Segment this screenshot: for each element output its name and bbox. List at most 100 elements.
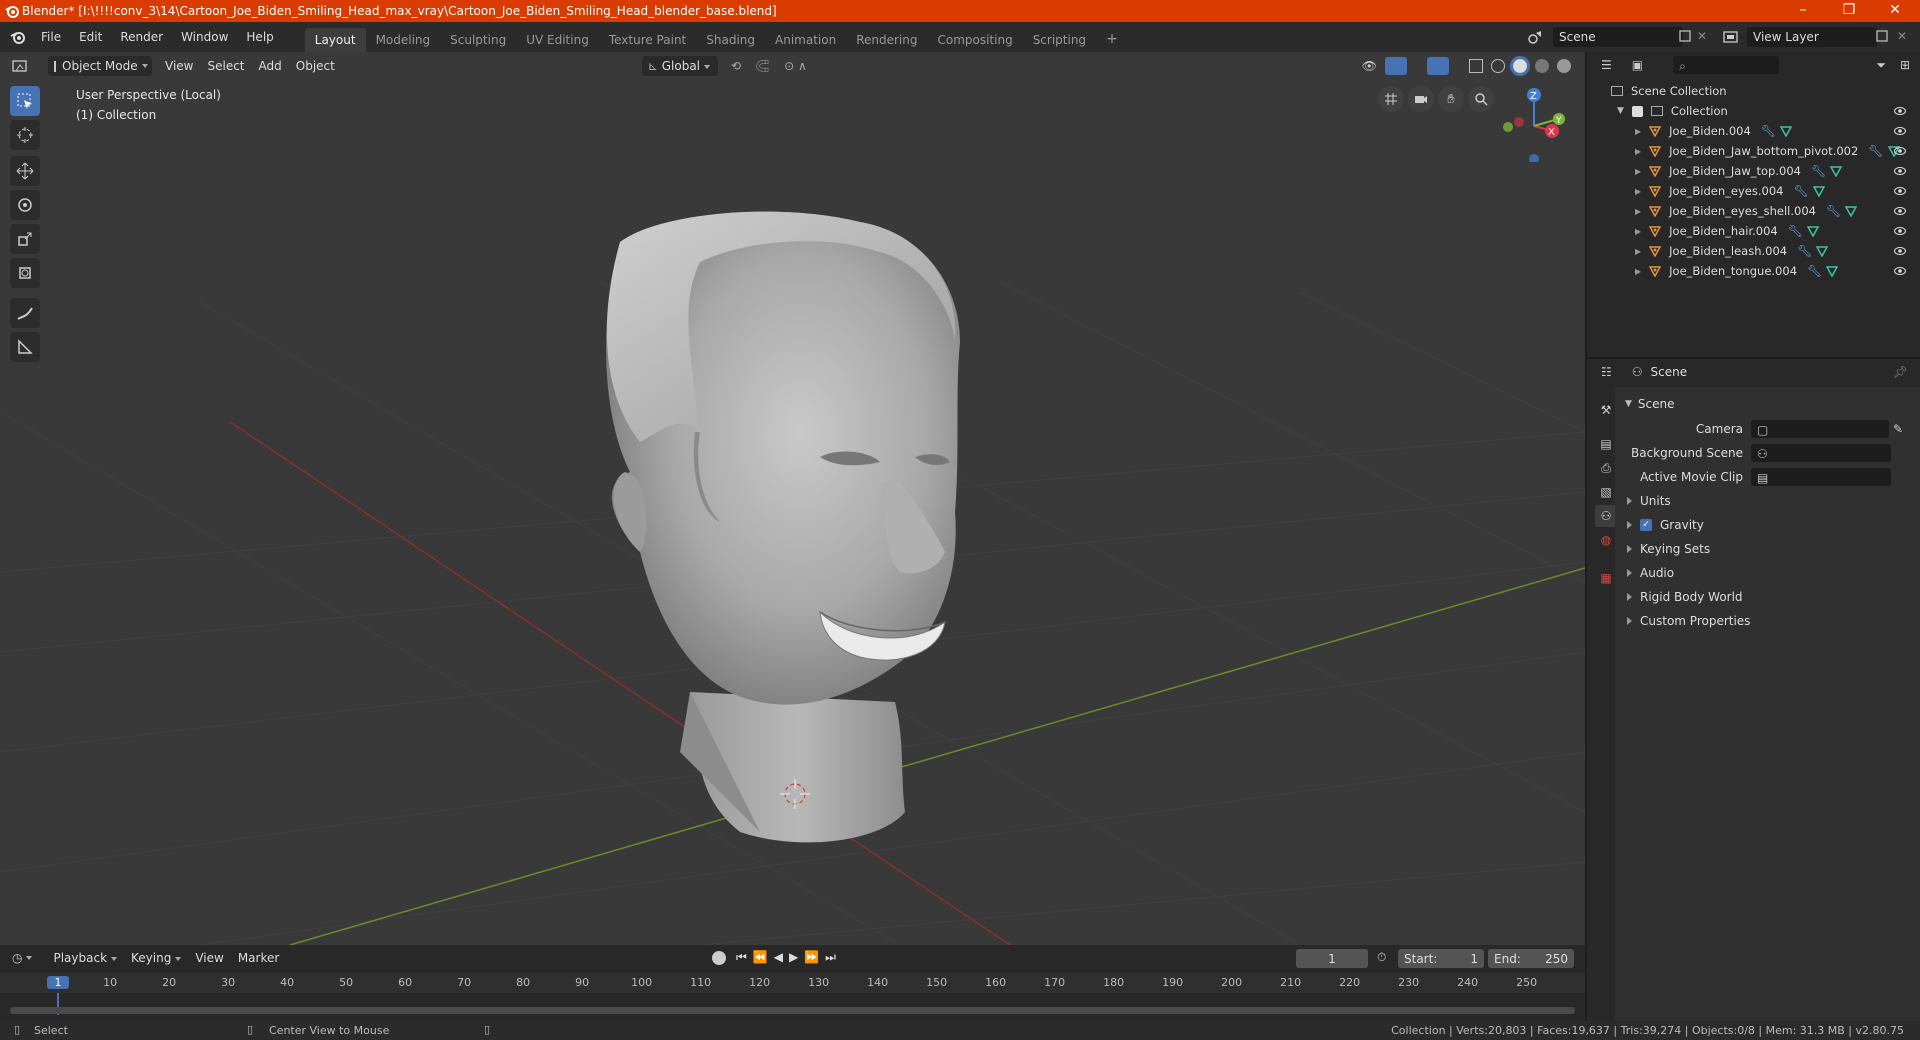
tab-sculpting[interactable]: Sculpting xyxy=(440,28,516,52)
measure-tool[interactable] xyxy=(10,332,40,362)
viewport-menu-select[interactable]: Select xyxy=(200,56,251,76)
expand-object-icon[interactable]: ▶ xyxy=(1635,207,1641,216)
viewport-menu-add[interactable]: Add xyxy=(252,56,289,76)
scene-section-header[interactable]: ▼ Scene xyxy=(1619,392,1909,416)
active-movie-clip-field[interactable]: ▤ xyxy=(1751,468,1891,486)
display-mode-icon[interactable]: ▣ xyxy=(1632,58,1643,72)
current-frame-field[interactable]: 1 xyxy=(1296,949,1368,968)
tab-tool-icon[interactable]: ⚒ xyxy=(1595,399,1617,421)
camera-view-button[interactable] xyxy=(1408,86,1434,112)
scale-tool[interactable] xyxy=(10,224,40,254)
tab-view-layer-icon[interactable]: ▧ xyxy=(1595,481,1617,503)
menu-window[interactable]: Window xyxy=(172,30,237,44)
tab-render-icon[interactable]: ▤ xyxy=(1595,433,1617,455)
add-workspace-button[interactable]: + xyxy=(1096,26,1128,52)
rendered-shading-icon[interactable] xyxy=(1557,59,1571,73)
outliner-object-row[interactable]: ▶ Joe_Biden_tongue.004 🔧︎ xyxy=(1587,261,1920,281)
outliner-search-input[interactable]: ⌕ xyxy=(1673,56,1780,74)
wireframe-shading-icon[interactable] xyxy=(1491,59,1505,73)
start-frame-field[interactable]: Start: 1 xyxy=(1398,949,1484,968)
annotate-tool[interactable] xyxy=(10,298,40,328)
expand-object-icon[interactable]: ▶ xyxy=(1635,187,1641,196)
pan-view-button[interactable]: ✋︎ xyxy=(1438,86,1464,112)
new-collection-icon[interactable]: ⊞ xyxy=(1900,58,1910,72)
outliner-object-row[interactable]: ▶ Joe_Biden_Jaw_bottom_pivot.002 🔧︎ xyxy=(1587,141,1920,161)
maximize-button[interactable]: ❐ xyxy=(1826,0,1872,22)
outliner-object-row[interactable]: ▶ Joe_Biden.004 🔧︎ xyxy=(1587,121,1920,141)
menu-file[interactable]: File xyxy=(32,30,70,44)
tab-shading[interactable]: Shading xyxy=(696,28,765,52)
head-model[interactable] xyxy=(606,211,960,843)
blender-menu-icon[interactable] xyxy=(10,29,26,45)
properties-subpanel[interactable]: Units xyxy=(1619,489,1909,513)
outliner-object-row[interactable]: ▶ Joe_Biden_leash.004 🔧︎ xyxy=(1587,241,1920,261)
background-scene-field[interactable]: ⚇ xyxy=(1751,444,1891,462)
expand-subpanel-icon[interactable] xyxy=(1627,497,1632,505)
proportional-editing-icon[interactable]: ⊙ ∧ xyxy=(777,56,814,76)
expand-subpanel-icon[interactable] xyxy=(1627,521,1632,529)
view-layer-selector[interactable]: View Layer xyxy=(1747,27,1877,47)
minimize-button[interactable]: – xyxy=(1780,0,1826,22)
collapse-scene-icon[interactable]: ▼ xyxy=(1625,399,1632,409)
stopwatch-icon[interactable]: ⏱ xyxy=(1377,950,1386,965)
expand-object-icon[interactable]: ▶ xyxy=(1635,247,1641,256)
rotate-tool[interactable] xyxy=(10,190,40,220)
outliner-object-row[interactable]: ▶ Joe_Biden_hair.004 🔧︎ xyxy=(1587,221,1920,241)
outliner-object-row[interactable]: ▶ Joe_Biden_Jaw_top.004 🔧︎ xyxy=(1587,161,1920,181)
tab-output-icon[interactable]: ⎙ xyxy=(1595,457,1617,479)
expand-object-icon[interactable]: ▶ xyxy=(1635,167,1641,176)
properties-subpanel[interactable]: Audio xyxy=(1619,561,1909,585)
properties-subpanel[interactable]: ✓ Gravity xyxy=(1619,513,1909,537)
eye-icon[interactable] xyxy=(1894,185,1906,197)
eye-icon[interactable] xyxy=(1894,125,1906,137)
transform-tool[interactable] xyxy=(10,258,40,288)
eye-icon[interactable] xyxy=(1894,205,1906,217)
expand-subpanel-icon[interactable] xyxy=(1627,545,1632,553)
expand-object-icon[interactable]: ▶ xyxy=(1635,127,1641,136)
properties-subpanel[interactable]: Custom Properties xyxy=(1619,609,1909,633)
camera-field[interactable]: ▢ xyxy=(1751,420,1889,438)
properties-subpanel[interactable]: Rigid Body World xyxy=(1619,585,1909,609)
gravity-checkbox[interactable]: ✓ xyxy=(1640,519,1652,531)
editor-type-icon[interactable] xyxy=(12,58,34,74)
timeline-menu-playback[interactable]: Playback xyxy=(46,948,124,968)
move-tool[interactable] xyxy=(10,156,40,186)
playback-controls[interactable]: ⏮⏪◀▶⏩⏭ xyxy=(736,950,842,965)
tab-animation[interactable]: Animation xyxy=(765,28,846,52)
expand-subpanel-icon[interactable] xyxy=(1627,593,1632,601)
snap-icon[interactable]: 🧲︎ xyxy=(748,56,777,76)
mode-selector[interactable]: Object Mode xyxy=(48,56,152,76)
material-shading-icon[interactable] xyxy=(1535,59,1549,73)
eyedropper-icon[interactable]: ✎ xyxy=(1893,422,1903,436)
select-box-tool[interactable] xyxy=(10,86,40,116)
timeline-menu-keying[interactable]: Keying xyxy=(124,948,188,968)
properties-editor-icon[interactable]: ☷ xyxy=(1601,365,1612,379)
gizmo-toggle-icon[interactable] xyxy=(1385,57,1407,75)
3d-viewport[interactable]: Object Mode View Select Add Object ⊾ Glo… xyxy=(0,52,1585,945)
filter-icon[interactable]: ⏷ xyxy=(1876,58,1886,73)
expand-object-icon[interactable]: ▶ xyxy=(1635,147,1641,156)
eye-icon[interactable] xyxy=(1894,265,1906,277)
tab-texture-icon[interactable]: ▦ xyxy=(1595,567,1617,589)
overlay-toggle-icon[interactable] xyxy=(1427,57,1449,75)
remove-scene-icon[interactable]: ✕ xyxy=(1697,29,1707,43)
transform-orientation-selector[interactable]: ⊾ Global xyxy=(641,56,718,76)
view-layer-icon[interactable] xyxy=(1723,29,1739,45)
new-scene-icon[interactable] xyxy=(1678,29,1692,43)
menu-edit[interactable]: Edit xyxy=(70,30,111,44)
tab-texture-paint[interactable]: Texture Paint xyxy=(599,28,696,52)
xray-toggle-icon[interactable] xyxy=(1469,59,1483,73)
outliner-collection[interactable]: ▼ Collection xyxy=(1587,101,1920,121)
expand-collection-icon[interactable]: ▼ xyxy=(1617,106,1624,116)
scene-selector[interactable]: Scene xyxy=(1553,27,1683,47)
new-view-layer-icon[interactable] xyxy=(1875,29,1889,43)
pin-icon[interactable]: 📌︎ xyxy=(1893,365,1908,379)
eye-icon[interactable] xyxy=(1894,225,1906,237)
navigation-gizmo[interactable]: Z X Y xyxy=(1490,82,1570,162)
tab-layout[interactable]: Layout xyxy=(304,28,366,52)
visibility-selector-icon[interactable]: 👁︎ xyxy=(1362,59,1377,73)
eye-icon[interactable] xyxy=(1894,245,1906,257)
viewport-menu-object[interactable]: Object xyxy=(289,56,342,76)
properties-subpanel[interactable]: Keying Sets xyxy=(1619,537,1909,561)
tab-uv-editing[interactable]: UV Editing xyxy=(516,28,599,52)
